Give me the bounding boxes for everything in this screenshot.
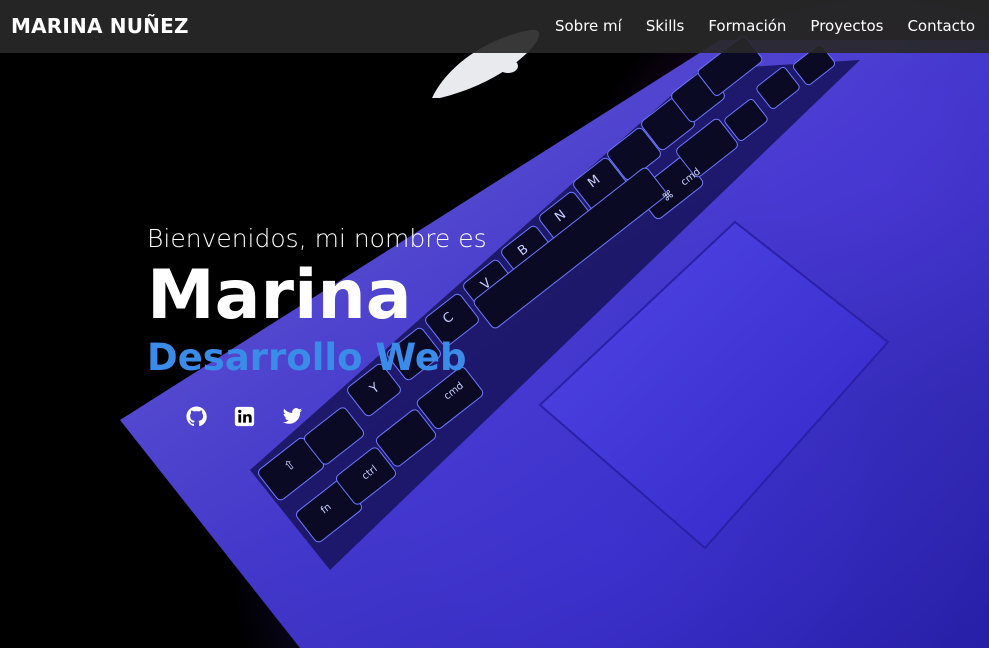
- twitter-icon: [282, 408, 303, 424]
- nav-link-sobre-mi[interactable]: Sobre mí: [555, 17, 622, 35]
- hero-content: Bienvenidos, mi nombre es Marina Desarro…: [147, 222, 487, 380]
- github-icon: [186, 406, 207, 427]
- hero-role: Desarrollo Web: [147, 336, 467, 379]
- github-link[interactable]: [186, 406, 207, 427]
- hero-name: Marina: [147, 256, 412, 335]
- linkedin-link[interactable]: [234, 406, 255, 427]
- linkedin-icon: [234, 406, 255, 427]
- brand-logo-text[interactable]: MARINA NUÑEZ: [11, 14, 189, 38]
- nav-link-contacto[interactable]: Contacto: [907, 17, 975, 35]
- hero-greeting: Bienvenidos, mi nombre es: [147, 224, 487, 253]
- navbar: MARINA NUÑEZ Sobre mí Skills Formación P…: [0, 0, 989, 53]
- nav-link-skills[interactable]: Skills: [646, 17, 685, 35]
- nav-links: Sobre mí Skills Formación Proyectos Cont…: [555, 17, 975, 35]
- nav-link-proyectos[interactable]: Proyectos: [810, 17, 883, 35]
- twitter-link[interactable]: [282, 406, 303, 427]
- social-links: [186, 406, 303, 427]
- nav-link-formacion[interactable]: Formación: [708, 17, 786, 35]
